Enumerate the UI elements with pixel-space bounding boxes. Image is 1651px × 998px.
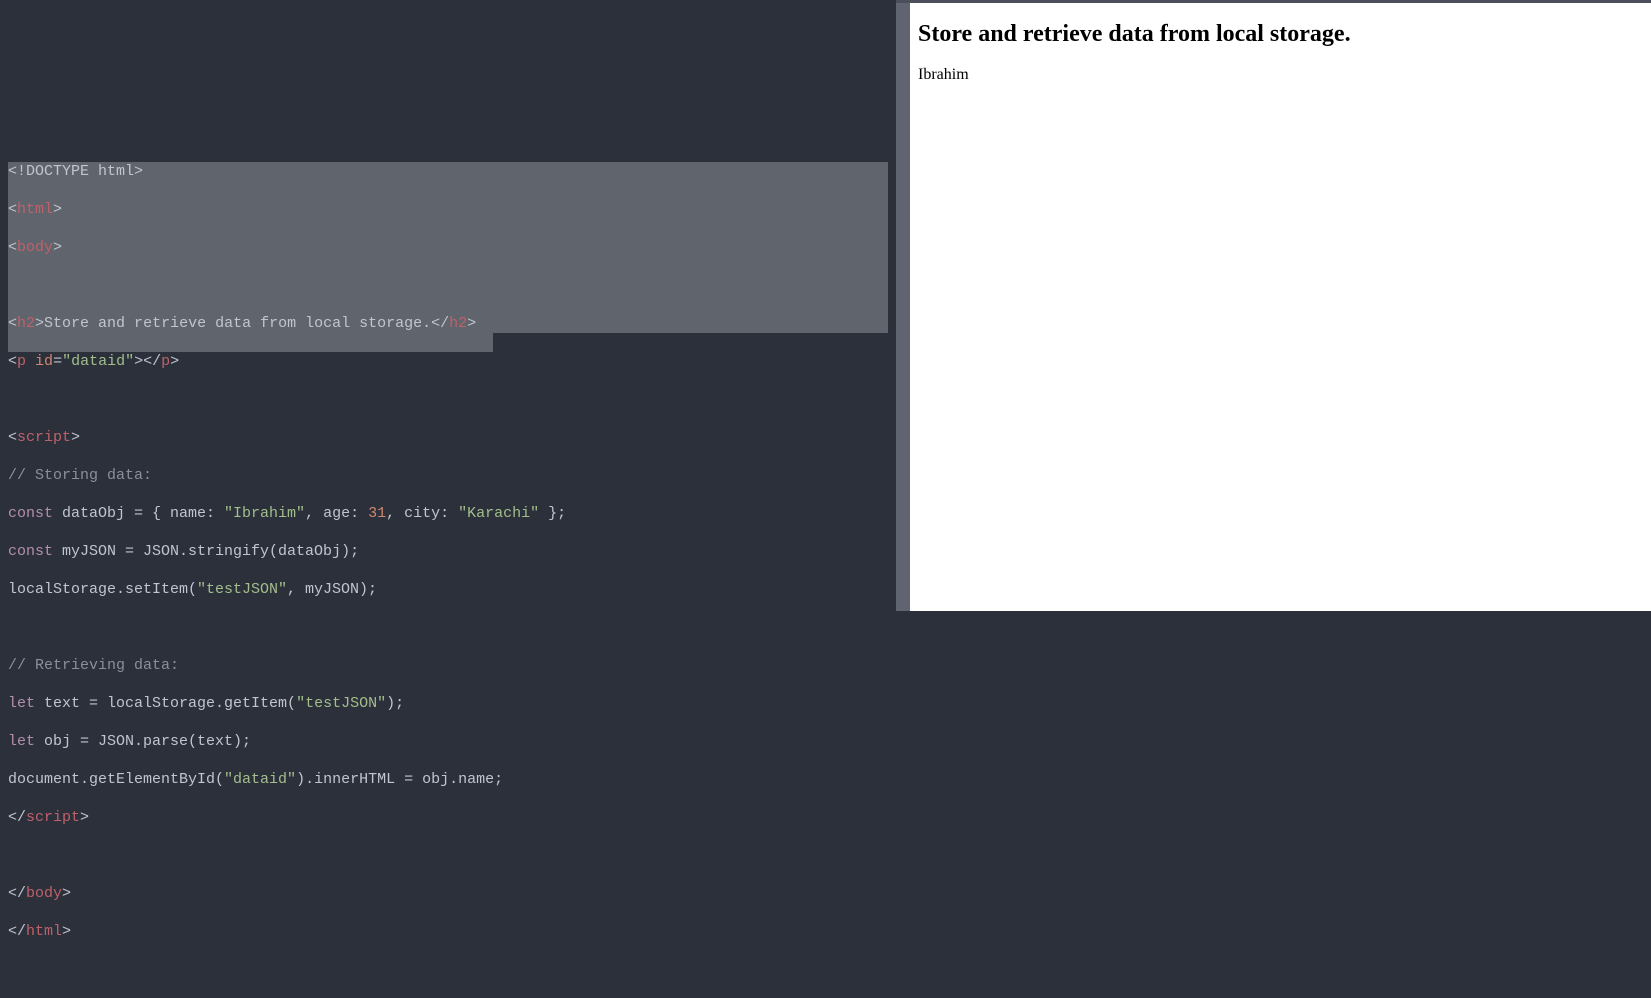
code-token: p <box>17 353 26 370</box>
code-token: let <box>8 733 35 750</box>
code-token: <!DOCTYPE html> <box>8 163 143 180</box>
code-token: html <box>17 201 53 218</box>
code-token: > <box>35 315 44 332</box>
code-token: "Ibrahim" <box>224 505 305 522</box>
code-token: < <box>8 429 17 446</box>
code-token: </ <box>8 809 26 826</box>
code-token: script <box>26 809 80 826</box>
code-token: obj = JSON.parse(text); <box>35 733 251 750</box>
code-token: dataObj = { name: <box>53 505 224 522</box>
code-token: document.getElementById( <box>8 771 224 788</box>
code-token: let <box>8 695 35 712</box>
code-token: Store and retrieve data from local stora… <box>44 315 431 332</box>
code-token: 31 <box>368 505 386 522</box>
code-content[interactable]: <!DOCTYPE html> <html> <body> <h2>Store … <box>8 143 888 979</box>
code-token: "dataid" <box>224 771 296 788</box>
code-token: < <box>8 315 17 332</box>
preview-pane: Store and retrieve data from local stora… <box>910 0 1651 611</box>
code-token: body <box>26 885 62 902</box>
code-token: "testJSON" <box>197 581 287 598</box>
code-token: > <box>53 239 62 256</box>
code-token: "Karachi" <box>458 505 539 522</box>
code-token: = <box>53 353 62 370</box>
code-token: > <box>53 201 62 218</box>
code-token: < <box>8 239 17 256</box>
code-token: h2 <box>449 315 467 332</box>
code-token: ></ <box>134 353 161 370</box>
code-token: , city: <box>386 505 458 522</box>
code-token: , myJSON); <box>287 581 377 598</box>
code-token: const <box>8 505 53 522</box>
code-token: < <box>8 201 17 218</box>
code-token: "testJSON" <box>296 695 386 712</box>
code-token: </ <box>8 885 26 902</box>
code-editor-pane[interactable]: <!DOCTYPE html> <html> <body> <h2>Store … <box>0 0 896 611</box>
preview-output: Ibrahim <box>918 66 1643 84</box>
code-token: p <box>161 353 170 370</box>
code-token: > <box>71 429 80 446</box>
code-token: }; <box>539 505 566 522</box>
code-token: > <box>170 353 179 370</box>
code-token: > <box>62 923 71 940</box>
code-token: localStorage.setItem( <box>8 581 197 598</box>
code-token: > <box>62 885 71 902</box>
code-token: script <box>17 429 71 446</box>
code-token: > <box>467 315 476 332</box>
code-token: id <box>35 353 53 370</box>
code-token: > <box>80 809 89 826</box>
code-token: const <box>8 543 53 560</box>
code-token: , age: <box>305 505 368 522</box>
code-token: h2 <box>17 315 35 332</box>
code-token: ).innerHTML = obj.name; <box>296 771 503 788</box>
code-token: myJSON = JSON.stringify(dataObj); <box>53 543 359 560</box>
code-token <box>26 353 35 370</box>
code-token: < <box>8 353 17 370</box>
code-token: text = localStorage.getItem( <box>35 695 296 712</box>
code-token: "dataid" <box>62 353 134 370</box>
code-token: </ <box>431 315 449 332</box>
code-token: ); <box>386 695 404 712</box>
code-token: html <box>26 923 62 940</box>
code-token: // Storing data: <box>8 467 152 484</box>
code-token: // Retrieving data: <box>8 657 179 674</box>
preview-heading: Store and retrieve data from local stora… <box>918 21 1643 48</box>
pane-divider[interactable] <box>896 0 910 611</box>
code-token: body <box>17 239 53 256</box>
code-token: </ <box>8 923 26 940</box>
